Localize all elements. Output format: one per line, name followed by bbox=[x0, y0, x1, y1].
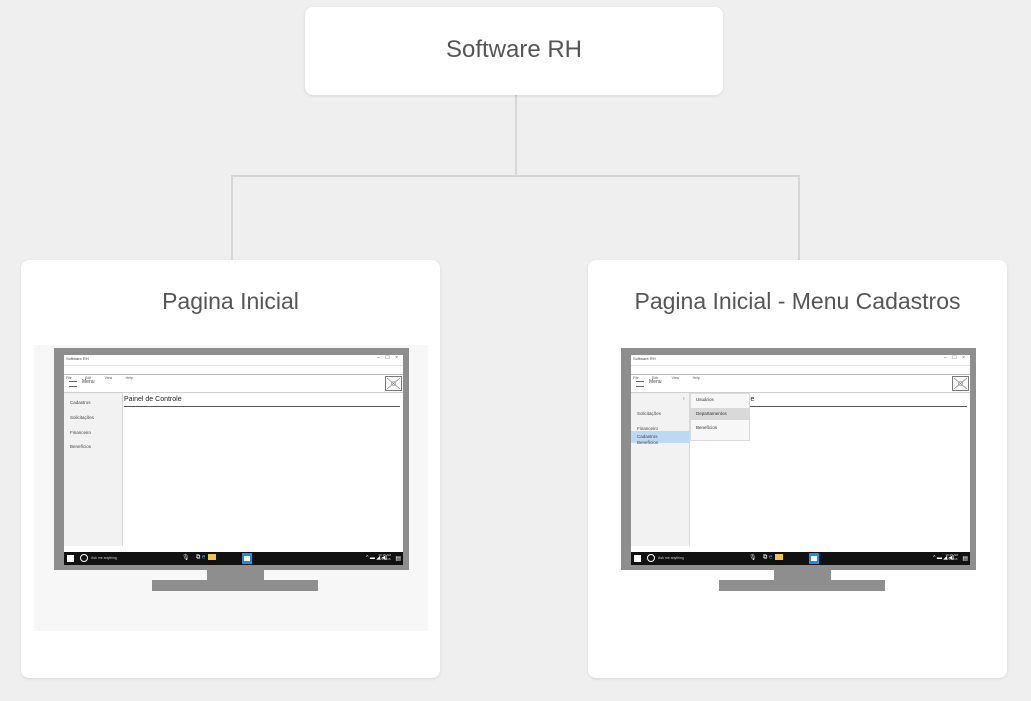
monitor-screen: Software RH – ☐ × File Edit View Help Me… bbox=[64, 355, 403, 565]
store-icon bbox=[809, 553, 819, 564]
sidebar-item-cadastros: Cadastros bbox=[70, 400, 91, 405]
windows-icon bbox=[67, 555, 74, 562]
monitor-stand-base bbox=[152, 580, 318, 591]
cadastros-dropdown: Usuários Departamentos Benefícios bbox=[690, 393, 750, 441]
window-title: Software RH bbox=[66, 356, 89, 361]
child-node-pagina-inicial: Pagina Inicial Software RH – ☐ × File Ed… bbox=[21, 260, 440, 678]
tray-date: 4/3/2016 bbox=[378, 557, 391, 561]
sidebar-item-solicitacoes: Solicitações bbox=[70, 415, 95, 420]
child-node-menu-cadastros: Pagina Inicial - Menu Cadastros Software… bbox=[588, 260, 1007, 678]
root-node: Software RH bbox=[305, 7, 723, 95]
folder-icon bbox=[208, 554, 217, 560]
mockup-image: Software RH – ☐ × File Edit View Help Me… bbox=[601, 345, 995, 631]
chevron-right-icon: › bbox=[683, 396, 685, 402]
sidebar: Cadastros Solicitações Financeiro Benefí… bbox=[64, 393, 123, 546]
hamburger-label: Menu bbox=[82, 379, 95, 385]
taskbar: Ask me anything 🎙 ⧉ e ^ ▬ ◢ ◀) 10:15 AM 4… bbox=[631, 552, 970, 565]
mockup-image: Software RH – ☐ × File Edit View Help Me… bbox=[34, 345, 428, 631]
monitor-frame: Software RH – ☐ × File Edit View Help Me… bbox=[54, 348, 409, 570]
tray-date: 4/3/2016 bbox=[945, 557, 958, 561]
root-node-title: Software RH bbox=[445, 36, 583, 63]
tray-clock: 10:15 AM 4/3/2016 bbox=[945, 553, 958, 561]
windows-icon bbox=[634, 555, 641, 562]
sidebar-item-beneficios: Benefícios bbox=[70, 444, 92, 449]
connector-left-down bbox=[231, 175, 233, 260]
taskbar-search: Ask me anything bbox=[658, 556, 684, 560]
image-placeholder-icon bbox=[385, 376, 402, 391]
hamburger-icon bbox=[636, 381, 644, 387]
notification-icon: ▤ bbox=[395, 556, 401, 562]
cortana-icon bbox=[647, 554, 655, 562]
folder-icon bbox=[775, 554, 784, 560]
child-node-title: Pagina Inicial - Menu Cadastros bbox=[634, 288, 961, 314]
connector-right-down bbox=[798, 175, 800, 260]
taskbar-apps: ⧉ e bbox=[763, 554, 784, 562]
content-title: Painel de Controle bbox=[124, 396, 182, 403]
window-controls: – ☐ × bbox=[944, 355, 967, 361]
monitor-stand-neck bbox=[207, 567, 264, 581]
window-titlebar: Software RH – ☐ × bbox=[64, 355, 403, 366]
monitor-frame: Software RH – ☐ × File Edit View Help Me… bbox=[621, 348, 976, 570]
child-node-title: Pagina Inicial bbox=[162, 288, 299, 314]
task-view-icon: ⧉ bbox=[763, 554, 768, 561]
sidebar: Cadastros Solicitações Financeiro Benefí… bbox=[631, 393, 690, 546]
window-title: Software RH bbox=[633, 356, 656, 361]
menu-bar: File Edit View Help bbox=[631, 366, 970, 380]
connector-root-down bbox=[515, 95, 517, 176]
image-placeholder-icon bbox=[952, 376, 969, 391]
window-controls: – ☐ × bbox=[377, 355, 400, 361]
dropdown-item-beneficios: Benefícios bbox=[696, 425, 718, 430]
monitor-screen: Software RH – ☐ × File Edit View Help Me… bbox=[631, 355, 970, 565]
monitor-stand-neck bbox=[774, 567, 831, 581]
store-icon bbox=[242, 553, 252, 564]
menu-bar: File Edit View Help bbox=[64, 366, 403, 380]
hamburger-bar: Menu bbox=[64, 375, 403, 393]
dropdown-item-usuarios: Usuários bbox=[696, 397, 714, 402]
monitor-stand-base bbox=[719, 580, 885, 591]
sidebar-item-beneficios: Benefícios bbox=[637, 440, 659, 445]
taskbar-apps: ⧉ e bbox=[196, 554, 217, 562]
dropdown-item-departamentos: Departamentos bbox=[691, 408, 749, 420]
microphone-icon: 🎙 bbox=[749, 555, 757, 561]
taskbar-search: Ask me anything bbox=[91, 556, 117, 560]
task-view-icon: ⧉ bbox=[196, 554, 201, 561]
notification-icon: ▤ bbox=[962, 556, 968, 562]
hamburger-bar: Menu bbox=[631, 375, 970, 393]
hamburger-label: Menu bbox=[649, 379, 662, 385]
sidebar-item-financeiro: Financeiro bbox=[637, 426, 659, 431]
hamburger-icon bbox=[69, 381, 77, 387]
microphone-icon: 🎙 bbox=[182, 555, 190, 561]
connector-horizontal bbox=[231, 175, 800, 177]
taskbar: Ask me anything 🎙 ⧉ e ^ ▬ ◢ ◀) 10:15 AM 4… bbox=[64, 552, 403, 565]
content-divider bbox=[124, 406, 400, 407]
tray-clock: 10:15 AM 4/3/2016 bbox=[378, 553, 391, 561]
edge-icon: e bbox=[201, 554, 206, 561]
edge-icon: e bbox=[768, 554, 773, 561]
sidebar-item-solicitacoes: Solicitações bbox=[637, 411, 662, 416]
cortana-icon bbox=[80, 554, 88, 562]
sidebar-item-financeiro: Financeiro bbox=[70, 430, 92, 435]
window-titlebar: Software RH – ☐ × bbox=[631, 355, 970, 366]
